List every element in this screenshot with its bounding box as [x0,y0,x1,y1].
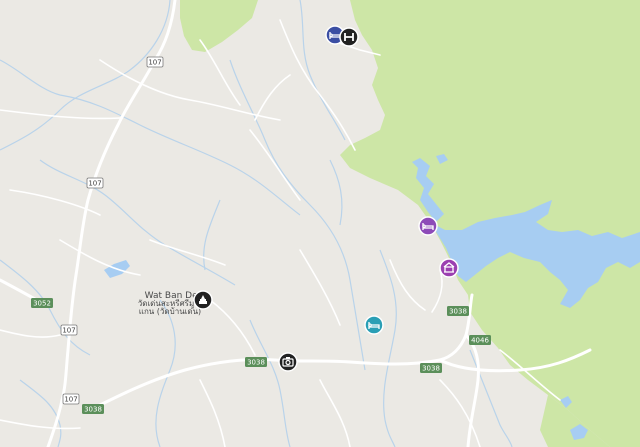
route-shield-label: 3038 [449,308,467,316]
route-shield: 3038 [82,404,104,414]
route-shield-label: 3052 [33,300,51,308]
route-shield: 3038 [447,306,469,316]
temple-icon[interactable] [193,290,213,310]
hotel-icon[interactable] [418,216,438,236]
route-shield: 107 [62,393,80,405]
route-shield-label: 4046 [471,337,489,345]
temple-name-th-line2: แกน (วัดบ้านเด่น) [139,307,201,316]
camera-icon[interactable] [278,352,298,372]
route-shield: 4046 [469,335,491,345]
route-shield: 107 [60,324,78,336]
hotel-icon[interactable] [364,315,384,335]
route-shield-label: 3038 [247,359,265,367]
resort-icon[interactable] [439,258,459,278]
hospital-icon[interactable] [339,27,359,47]
route-shield-label: 107 [62,327,75,335]
route-shield: 107 [146,56,164,68]
route-shield-label: 3038 [84,406,102,414]
route-shield-label: 107 [64,396,77,404]
map-view[interactable]: 107 107 3052 107 107 3038 3038 3038 3038… [0,0,640,447]
route-shield-label: 3038 [422,365,440,373]
map-canvas[interactable]: 107 107 3052 107 107 3038 3038 3038 3038… [0,0,640,447]
temple-poi[interactable]: Wat Ban Den วัดเด่นสะหรีศรีมู แกน (วัดบ้… [138,290,213,316]
route-shield-label: 107 [148,59,161,67]
route-shield: 3038 [245,357,267,367]
route-shield: 107 [86,177,104,189]
route-shield: 3038 [420,363,442,373]
route-shield: 3052 [31,298,53,308]
route-shield-label: 107 [88,180,101,188]
